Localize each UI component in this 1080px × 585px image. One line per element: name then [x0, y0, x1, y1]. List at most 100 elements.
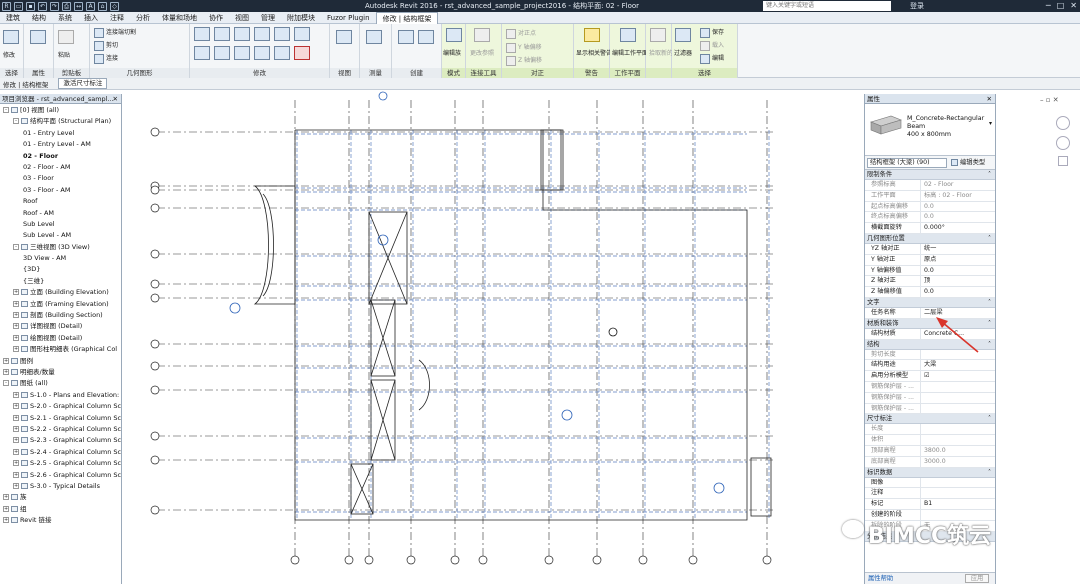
save-selection-tool[interactable]: 保存	[700, 27, 724, 38]
property-value[interactable]: 原点	[921, 255, 995, 265]
grid-bubble[interactable]	[688, 555, 698, 565]
minimize-button[interactable]: ─	[1046, 1, 1051, 10]
collapse-icon[interactable]: ˄	[988, 170, 991, 180]
cut-tool[interactable]: 剪切	[94, 40, 118, 51]
modify-tool[interactable]	[3, 30, 21, 44]
browser-tree-item[interactable]: + S-3.0 - Typical Details	[0, 481, 121, 492]
expand-icon[interactable]: +	[13, 403, 19, 410]
grid-bubble[interactable]	[592, 555, 602, 565]
trim-tool[interactable]	[194, 46, 212, 60]
collapse-icon[interactable]: ˄	[988, 234, 991, 244]
measure-icon[interactable]: ↔	[74, 1, 83, 11]
browser-tree-item[interactable]: 03 - Floor - AM	[0, 185, 121, 196]
ribbon-tab[interactable]: 分析	[130, 12, 156, 24]
property-value[interactable]: 0.0	[921, 266, 995, 276]
collapse-icon[interactable]: ˄	[988, 340, 991, 350]
property-group-header[interactable]: 限制条件 ˄	[865, 170, 995, 180]
browser-tree-item[interactable]: + 组	[0, 504, 121, 515]
grid-bubble[interactable]	[150, 431, 160, 441]
print-icon[interactable]: ⎙	[62, 1, 71, 11]
array-tool[interactable]	[234, 46, 252, 60]
expand-icon[interactable]: +	[13, 425, 19, 432]
expand-icon[interactable]: +	[13, 471, 19, 478]
filter-tool[interactable]	[675, 28, 693, 42]
expand-icon[interactable]: +	[3, 505, 9, 512]
properties-close-icon[interactable]: ✕	[987, 94, 992, 104]
align-tool[interactable]	[194, 27, 212, 41]
activate-dimensions-button[interactable]: 激活尺寸标注	[58, 78, 108, 89]
grid-bubble[interactable]	[150, 185, 160, 195]
property-group-header[interactable]: 标识数据 ˄	[865, 467, 995, 478]
instance-filter-select[interactable]: 结构框架 (大梁) (90)	[867, 158, 947, 168]
expand-icon[interactable]: +	[13, 460, 19, 467]
grid-bubble[interactable]	[150, 249, 160, 259]
drawing-canvas[interactable]	[123, 90, 864, 584]
apply-button[interactable]: 应用	[965, 574, 989, 583]
save-icon[interactable]: ▪	[26, 1, 35, 11]
edit-type-button[interactable]: 编辑类型	[951, 158, 985, 168]
property-value[interactable]: B1	[921, 499, 995, 509]
collapse-icon[interactable]: ˄	[988, 319, 991, 329]
collapse-icon[interactable]: -	[3, 380, 9, 387]
collapse-icon[interactable]: -	[13, 118, 19, 125]
property-value[interactable]: 大梁	[921, 360, 995, 370]
type-selector[interactable]: M_Concrete-Rectangular Beam 400 x 800mm …	[865, 104, 995, 156]
3d-view-icon[interactable]: ⌂	[98, 1, 107, 11]
collapse-icon[interactable]: ˄	[988, 414, 991, 424]
rotate-tool[interactable]	[294, 27, 312, 41]
ribbon-tab[interactable]: 注释	[104, 12, 130, 24]
expand-icon[interactable]: +	[13, 334, 19, 341]
grid-bubble[interactable]	[478, 555, 488, 565]
move-tool[interactable]	[254, 27, 272, 41]
browser-tree-item[interactable]: + 图例	[0, 356, 121, 367]
property-value[interactable]: ☑	[921, 371, 995, 381]
browser-tree-item[interactable]: + S-2.3 - Graphical Column Sc	[0, 435, 121, 446]
browser-tree-item[interactable]: + 详图视图 (Detail)	[0, 321, 121, 332]
property-value[interactable]: 顶	[921, 276, 995, 286]
ribbon-tab[interactable]: 系统	[52, 12, 78, 24]
mirror-tool[interactable]	[234, 27, 252, 41]
browser-tree-item[interactable]: 01 - Entry Level	[0, 128, 121, 139]
expand-icon[interactable]: +	[3, 494, 9, 501]
property-value[interactable]: 统一	[921, 244, 995, 254]
split-tool[interactable]	[214, 46, 232, 60]
browser-tree-item[interactable]: + S-2.4 - Graphical Column Sc	[0, 447, 121, 458]
browser-tree-item[interactable]: - 结构平面 (Structural Plan)	[0, 116, 121, 127]
grid-bubble[interactable]	[150, 127, 160, 137]
browser-tree-item[interactable]: Sub Level	[0, 219, 121, 230]
browser-tree-item[interactable]: + S-2.2 - Graphical Column Sc	[0, 424, 121, 435]
login-button[interactable]: 登录	[910, 1, 924, 11]
expand-icon[interactable]: +	[13, 437, 19, 444]
delete-tool[interactable]	[294, 46, 312, 60]
browser-tree-item[interactable]: 02 - Floor	[0, 151, 121, 162]
view-tool[interactable]	[336, 30, 354, 44]
property-value[interactable]	[921, 478, 995, 488]
grid-bubble[interactable]	[450, 555, 460, 565]
show-warnings-tool[interactable]	[584, 28, 602, 42]
grid-bubble[interactable]	[290, 555, 300, 565]
grid-bubble[interactable]	[638, 555, 648, 565]
expand-icon[interactable]: +	[3, 357, 9, 364]
expand-icon[interactable]: +	[13, 300, 19, 307]
load-selection-tool[interactable]: 载入	[700, 40, 724, 51]
undo-icon[interactable]: ↶	[38, 1, 47, 11]
browser-tree-item[interactable]: + S-1.0 - Plans and Elevation:	[0, 390, 121, 401]
browser-tree-item[interactable]: - [0] 视图 (all)	[0, 105, 121, 116]
property-group-header[interactable]: 文字 ˄	[865, 297, 995, 308]
browser-tree-item[interactable]: + 族	[0, 492, 121, 503]
browser-tree-item[interactable]: + 明细表/数量	[0, 367, 121, 378]
grid-bubble[interactable]	[544, 555, 554, 565]
browser-tree-item[interactable]: + 剖面 (Building Section)	[0, 310, 121, 321]
browser-tree-item[interactable]: - 图纸 (all)	[0, 378, 121, 389]
maximize-button[interactable]: □	[1057, 1, 1065, 10]
ribbon-tab[interactable]: 结构	[26, 12, 52, 24]
browser-tree-item[interactable]: + Revit 链接	[0, 515, 121, 526]
open-icon[interactable]: ▭	[14, 1, 23, 11]
app-menu-icon[interactable]: R	[2, 1, 11, 11]
close-button[interactable]: ✕	[1070, 1, 1077, 10]
browser-tree-item[interactable]: + S-2.6 - Graphical Column Sc	[0, 470, 121, 481]
project-browser-close-icon[interactable]: ✕	[113, 94, 118, 104]
expand-icon[interactable]: +	[13, 482, 19, 489]
navigation-bar-icon[interactable]	[1058, 156, 1068, 166]
expand-icon[interactable]: +	[13, 346, 19, 353]
